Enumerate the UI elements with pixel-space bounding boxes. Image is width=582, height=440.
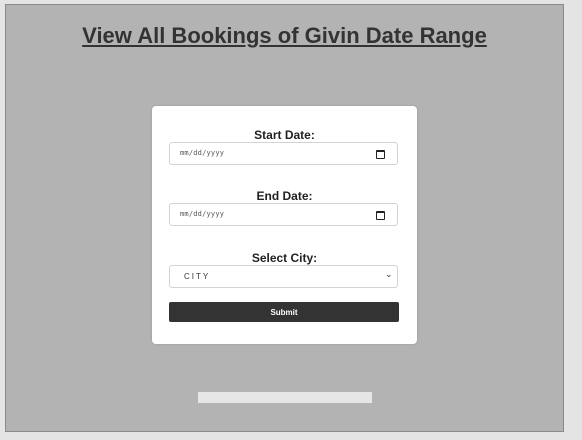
city-label: Select City: bbox=[251, 251, 318, 265]
booking-filter-form: Start Date: mm/dd/yyyy End Date: mm/dd/y… bbox=[152, 106, 417, 344]
end-date-label: End Date: bbox=[256, 189, 313, 203]
main-panel: View All Bookings of Givin Date Range St… bbox=[5, 4, 564, 432]
page-title: View All Bookings of Givin Date Range bbox=[82, 23, 487, 48]
submit-button[interactable]: Submit bbox=[169, 302, 399, 322]
end-date-placeholder: mm/dd/yyyy bbox=[180, 210, 225, 218]
calendar-icon[interactable] bbox=[376, 150, 385, 159]
chevron-down-icon: ⌄ bbox=[385, 270, 393, 280]
start-date-placeholder: mm/dd/yyyy bbox=[180, 149, 225, 157]
city-select-value: CITY bbox=[184, 272, 211, 281]
calendar-icon[interactable] bbox=[376, 211, 385, 220]
city-select[interactable]: CITY ⌄ bbox=[169, 265, 398, 288]
results-placeholder-bar bbox=[198, 392, 372, 403]
start-date-input[interactable]: mm/dd/yyyy bbox=[169, 142, 398, 165]
start-date-label: Start Date: bbox=[254, 128, 315, 142]
end-date-input[interactable]: mm/dd/yyyy bbox=[169, 203, 398, 226]
